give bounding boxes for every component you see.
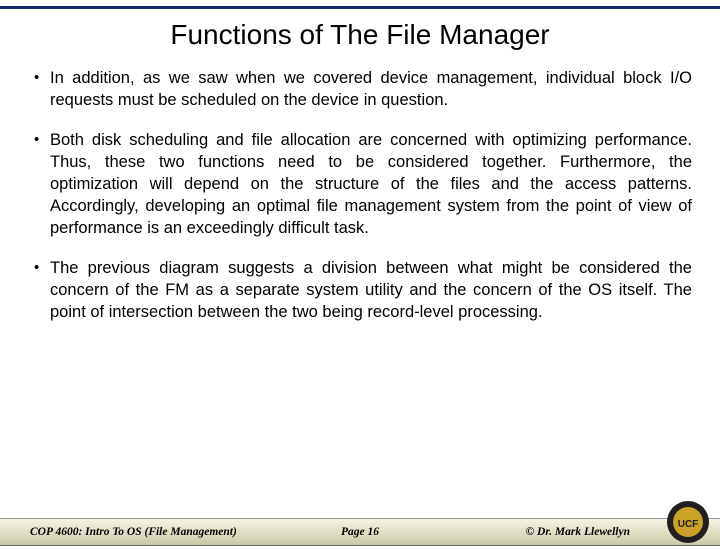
bullet-dot-icon: • bbox=[34, 257, 50, 323]
bullet-item: • The previous diagram suggests a divisi… bbox=[34, 257, 692, 323]
bullet-item: • Both disk scheduling and file allocati… bbox=[34, 129, 692, 239]
bullet-dot-icon: • bbox=[34, 129, 50, 239]
bullet-text: The previous diagram suggests a division… bbox=[50, 257, 692, 323]
footer-author: © Dr. Mark Llewellyn bbox=[526, 526, 630, 538]
bullet-text: In addition, as we saw when we covered d… bbox=[50, 67, 692, 111]
bullet-item: • In addition, as we saw when we covered… bbox=[34, 67, 692, 111]
slide-title: Functions of The File Manager bbox=[0, 19, 720, 51]
top-rule bbox=[0, 6, 720, 9]
ucf-logo-icon: UCF bbox=[666, 500, 710, 544]
svg-text:UCF: UCF bbox=[678, 519, 699, 530]
bullet-text: Both disk scheduling and file allocation… bbox=[50, 129, 692, 239]
bullet-dot-icon: • bbox=[34, 67, 50, 111]
slide-footer: COP 4600: Intro To OS (File Management) … bbox=[0, 506, 720, 546]
footer-bar: COP 4600: Intro To OS (File Management) … bbox=[0, 518, 720, 546]
footer-course: COP 4600: Intro To OS (File Management) bbox=[30, 526, 237, 538]
slide-body: • In addition, as we saw when we covered… bbox=[0, 67, 720, 323]
